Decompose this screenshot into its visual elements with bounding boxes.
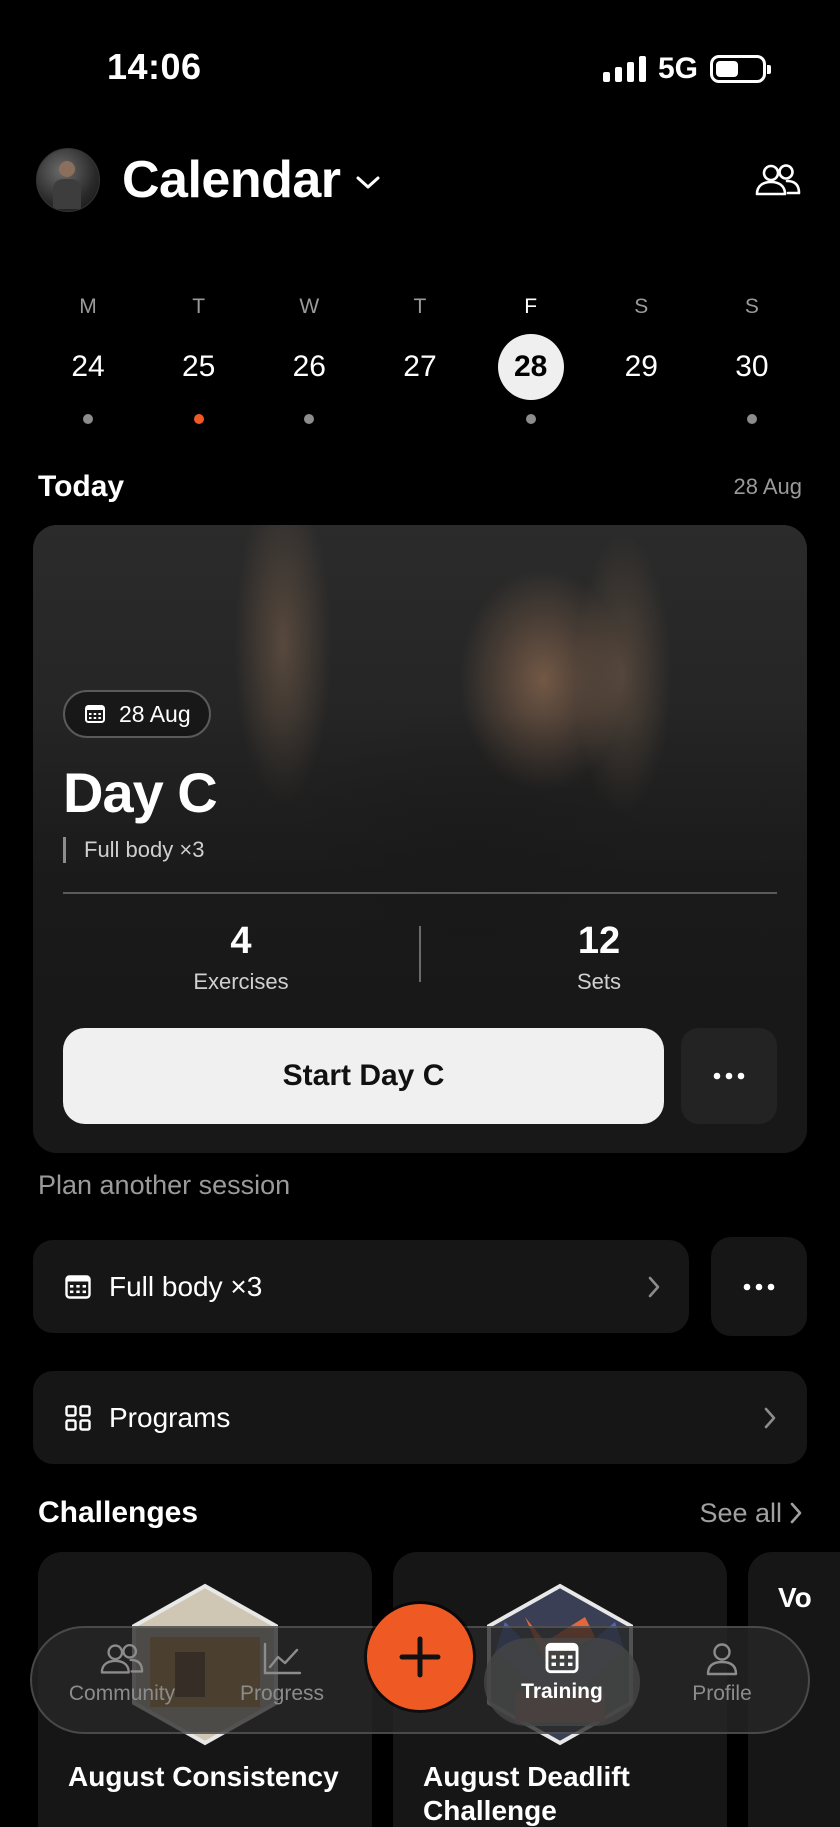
challenge-title: August Consistency: [68, 1761, 339, 1792]
today-title: Today: [38, 470, 125, 503]
avatar[interactable]: [36, 148, 100, 212]
stat-exercises: 4 Exercises: [63, 920, 419, 1000]
workout-stats: 4 Exercises 12 Sets: [63, 920, 777, 1000]
programs-row-label: Programs: [109, 1401, 231, 1433]
day-letter: S: [744, 295, 759, 318]
workout-title: Day C: [63, 761, 218, 824]
battery-level: [716, 61, 738, 77]
day-letter: M: [79, 295, 97, 318]
add-button[interactable]: [367, 1604, 473, 1710]
nav-label: Profile: [692, 1682, 752, 1705]
today-header: Today 28 Aug: [38, 470, 802, 504]
header: Calendar: [36, 145, 804, 215]
page-title[interactable]: Calendar: [122, 150, 341, 210]
day-activity-dot: [304, 414, 315, 424]
calendar-icon: [545, 1642, 579, 1674]
day-letter: W: [299, 295, 320, 318]
challenge-title: Vo: [778, 1582, 812, 1613]
chevron-right-icon: [790, 1502, 802, 1524]
people-icon: [100, 1643, 144, 1674]
date-chip: 28 Aug: [63, 690, 211, 738]
day-number: 24: [71, 350, 105, 383]
day-letter: F: [524, 295, 538, 318]
community-button[interactable]: [752, 154, 804, 206]
day-number: 25: [181, 350, 216, 383]
chevron-right-icon: [648, 1276, 660, 1297]
chevron-right-icon: [764, 1407, 776, 1428]
people-icon: [755, 164, 801, 196]
day-25[interactable]: T 25: [144, 295, 254, 424]
day-letter: T: [413, 295, 427, 318]
battery-icon: [710, 55, 771, 83]
day-number: 27: [403, 350, 437, 383]
status-time: 14:06: [107, 46, 202, 87]
stat-value: 4: [230, 920, 252, 962]
day-letter: S: [634, 295, 649, 318]
nav-community[interactable]: Community: [52, 1642, 192, 1706]
day-29[interactable]: S 29: [586, 295, 696, 424]
challenges-header: Challenges See all: [38, 1496, 802, 1530]
nav-label: Progress: [239, 1682, 325, 1705]
day-number: 28: [497, 334, 564, 400]
program-more-button[interactable]: [711, 1237, 807, 1336]
nav-progress[interactable]: Progress: [212, 1642, 352, 1706]
workout-subtitle: Full body ×3: [63, 837, 204, 863]
program-row[interactable]: Full body ×3: [33, 1240, 689, 1333]
day-activity-dot: [746, 414, 757, 424]
day-30[interactable]: S 30: [697, 295, 807, 424]
nav-label: Community: [68, 1682, 176, 1705]
day-number: 26: [292, 350, 326, 383]
stat-sets: 12 Sets: [421, 920, 777, 1000]
calendar-icon: [65, 1274, 91, 1299]
start-workout-button[interactable]: Start Day C: [63, 1028, 664, 1124]
program-row-label: Full body ×3: [109, 1270, 263, 1302]
day-letter: T: [192, 295, 206, 318]
week-strip: M 24 T 25 W 26 T 27 F 28 S 29 S 30: [33, 295, 807, 424]
stat-label: Exercises: [193, 969, 289, 994]
day-27[interactable]: T 27: [365, 295, 475, 424]
chevron-down-icon[interactable]: [355, 175, 381, 191]
day-activity-dot: [415, 414, 425, 424]
day-number: 29: [624, 350, 658, 383]
status-indicators: 5G: [602, 52, 771, 86]
grid-icon: [65, 1404, 91, 1431]
nav-training[interactable]: Training: [484, 1638, 640, 1726]
signal-icon: [602, 56, 646, 82]
programs-row[interactable]: Programs: [33, 1371, 807, 1464]
workout-more-button[interactable]: [681, 1028, 777, 1124]
date-chip-label: 28 Aug: [119, 700, 191, 727]
stat-label: Sets: [576, 969, 622, 994]
day-activity-dot: [636, 414, 646, 424]
plan-another-label: Plan another session: [38, 1170, 291, 1200]
today-date: 28 Aug: [733, 474, 802, 499]
day-activity-dot: [525, 414, 536, 424]
more-icon: [713, 1072, 745, 1080]
stat-value: 12: [577, 920, 621, 962]
see-all-label: See all: [699, 1497, 782, 1528]
calendar-icon: [85, 705, 105, 723]
network-label: 5G: [657, 52, 698, 85]
day-28[interactable]: F 28: [476, 295, 586, 424]
day-26[interactable]: W 26: [254, 295, 364, 424]
divider: [63, 892, 777, 894]
challenge-title: August Deadlift Challenge: [423, 1761, 630, 1826]
day-24[interactable]: M 24: [33, 295, 143, 424]
more-icon: [743, 1283, 775, 1290]
today-workout-card[interactable]: 28 Aug Day C Full body ×3 4 Exercises 12…: [33, 525, 807, 1153]
plus-icon: [399, 1636, 441, 1678]
status-bar: 14:06 5G: [0, 0, 840, 120]
chart-icon: [263, 1642, 302, 1675]
challenges-title: Challenges: [38, 1496, 199, 1529]
day-number: 30: [735, 350, 769, 383]
day-activity-dot: [83, 414, 93, 424]
see-all-link[interactable]: See all: [699, 1498, 802, 1529]
nav-profile[interactable]: Profile: [652, 1642, 792, 1706]
nav-label: Training: [521, 1680, 603, 1703]
day-activity-dot: [193, 414, 204, 424]
person-icon: [706, 1643, 738, 1676]
